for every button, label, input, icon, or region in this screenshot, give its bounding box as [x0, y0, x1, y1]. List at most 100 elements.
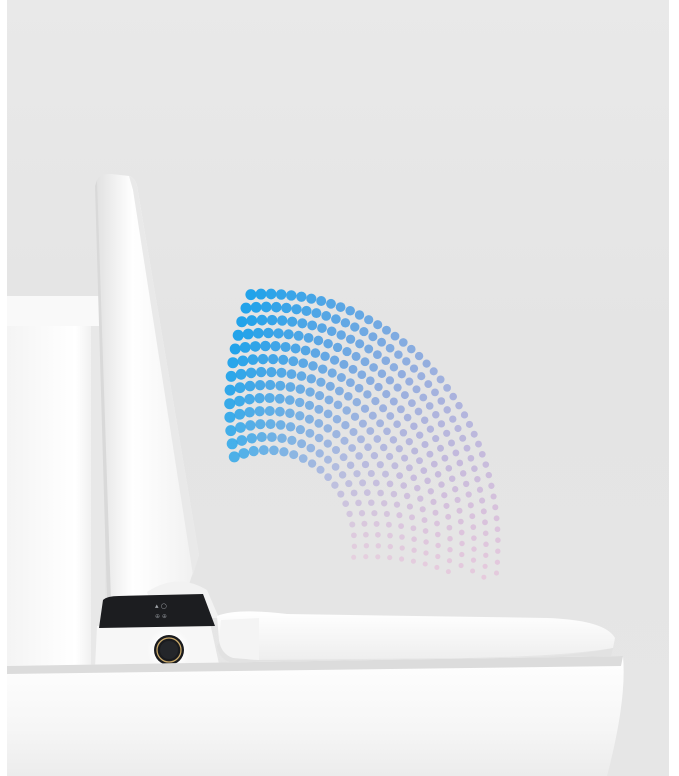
wave-dot [346, 461, 355, 469]
wave-dot [236, 435, 248, 446]
wave-dot [410, 422, 418, 430]
wave-dot [448, 439, 455, 447]
wave-dot [303, 332, 314, 343]
wave-dot [227, 357, 239, 369]
wave-dot [351, 351, 361, 361]
wave-dot [295, 411, 305, 421]
wave-dot [300, 345, 311, 356]
wave-dot [350, 489, 358, 497]
wave-dot [265, 379, 276, 391]
wave-dot [423, 539, 429, 545]
wave-dot [387, 543, 393, 550]
wave-dot [318, 364, 328, 374]
wave-dot [331, 463, 340, 471]
wave-dot [430, 460, 438, 468]
wave-dot [307, 320, 318, 331]
wave-dot [455, 401, 463, 410]
wave-dot [274, 393, 285, 404]
wave-dot [364, 443, 372, 452]
wave-dot [390, 331, 400, 341]
wave-dot [265, 288, 277, 300]
wave-dot [244, 380, 256, 392]
raised-lid [95, 174, 199, 600]
wave-dot [381, 500, 388, 507]
wave-dot [459, 434, 467, 442]
wave-dot [287, 435, 297, 446]
wave-dot [394, 350, 403, 359]
wave-dot [383, 427, 391, 436]
wave-dot [470, 524, 477, 530]
wave-dot [280, 341, 291, 353]
wave-dot [265, 419, 276, 430]
wave-dot [493, 515, 500, 522]
wave-dot [270, 341, 281, 352]
wave-dot [324, 473, 332, 481]
wave-dot [426, 450, 434, 458]
wave-dot [389, 436, 398, 444]
wave-dot [421, 440, 429, 449]
wave-dot [348, 444, 357, 452]
wave-dot [358, 419, 367, 428]
wave-dot [267, 353, 279, 365]
wave-dot [368, 332, 378, 342]
wave-dot [354, 383, 364, 393]
wave-dot [224, 384, 236, 396]
wave-dot [283, 329, 294, 340]
wave-dot [281, 302, 292, 314]
wave-dot [488, 482, 495, 489]
wave-dot [327, 368, 337, 378]
wave-dot [314, 433, 324, 443]
wave-dot [396, 512, 403, 519]
wave-dot [264, 392, 275, 404]
wave-dot [459, 470, 467, 477]
wave-dot [321, 311, 332, 321]
wave-dot [481, 574, 487, 580]
wave-dot [229, 343, 241, 355]
wave-dot [434, 471, 442, 478]
wave-dot [360, 404, 370, 413]
wave-dot [287, 316, 298, 327]
wave-dot [354, 310, 365, 320]
wave-dot [454, 424, 462, 433]
wave-dot [381, 356, 391, 366]
wave-dot [258, 445, 269, 456]
wave-dot [372, 479, 380, 487]
wave-dot [410, 558, 416, 564]
wave-dot [358, 510, 366, 517]
wave-dot [435, 542, 441, 549]
wave-dot [437, 420, 446, 428]
wave-dot [288, 356, 299, 367]
wave-dot [350, 322, 360, 332]
wave-dot [263, 327, 274, 339]
wave-dot [421, 517, 428, 524]
wave-dot [340, 318, 351, 328]
wave-dot [456, 507, 463, 514]
wave-dot [422, 359, 431, 368]
wave-dot [458, 562, 464, 569]
wave-dot [393, 383, 402, 392]
wave-dot [467, 454, 475, 462]
wave-dot [471, 546, 477, 552]
wave-dot [416, 431, 424, 439]
wave-dot [298, 358, 309, 369]
wave-dot [255, 288, 267, 300]
wave-dot [490, 493, 497, 500]
wave-dot [403, 492, 411, 500]
wave-dot [226, 438, 238, 450]
wave-dot [235, 368, 247, 380]
wave-dot [333, 400, 343, 410]
wave-dot [407, 399, 416, 408]
wave-dot [332, 342, 343, 353]
toilet-photo: ▴ ○ ⊕ ⊕ [7, 174, 624, 776]
wave-dot [345, 480, 353, 488]
wave-dot [331, 481, 339, 489]
spray-wave-dots [224, 288, 501, 580]
wave-dot [245, 289, 257, 301]
wave-dot [398, 523, 404, 529]
wave-dot [422, 528, 429, 534]
wave-dot [246, 433, 257, 444]
wave-dot [237, 355, 249, 367]
wave-dot [275, 380, 286, 391]
svg-text:⊕ ⊕: ⊕ ⊕ [155, 613, 167, 620]
wave-dot [400, 482, 407, 489]
